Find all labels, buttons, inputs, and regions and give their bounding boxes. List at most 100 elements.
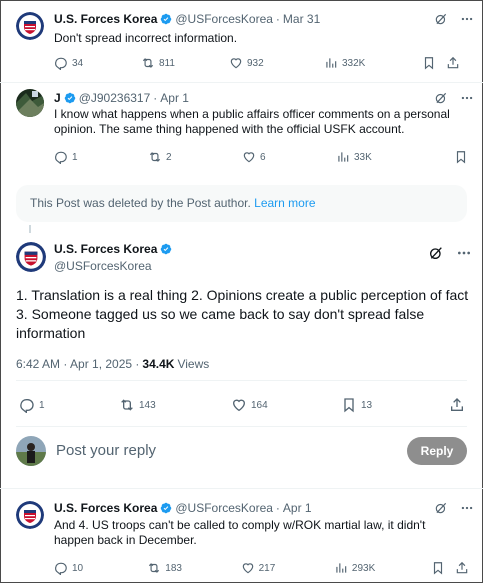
views-button[interactable]: 33K: [336, 150, 454, 164]
like-button[interactable]: 217: [241, 561, 334, 575]
post-text-line: happen back in December.: [54, 533, 197, 547]
post-date[interactable]: Mar 31: [283, 12, 320, 26]
views-icon: [326, 58, 337, 68]
reply-button[interactable]: 1: [54, 150, 148, 164]
like-icon: [243, 152, 255, 163]
reply-submit-button[interactable]: Reply: [407, 437, 467, 465]
like-count: 164: [251, 399, 268, 411]
like-button[interactable]: 932: [229, 56, 324, 70]
share-icon: [456, 561, 468, 574]
reply-icon: [55, 57, 67, 70]
share-button[interactable]: [449, 397, 465, 413]
author-handle[interactable]: @USForcesKorea: [175, 501, 273, 515]
reply-count: 1: [39, 399, 45, 411]
repost-icon: [149, 152, 161, 162]
repost-button[interactable]: 143: [119, 397, 231, 413]
share-button[interactable]: [455, 561, 469, 575]
usfk-avatar[interactable]: [16, 12, 44, 40]
deleted-post-notice: This Post was deleted by the Post author…: [16, 185, 467, 222]
verified-badge-icon: [161, 502, 172, 514]
grok-icon[interactable]: [434, 501, 448, 515]
post-timestamp[interactable]: 6:42 AM · Apr 1, 2025 ·: [16, 357, 139, 371]
usfk-avatar[interactable]: [16, 501, 44, 529]
repost-button[interactable]: 2: [148, 150, 242, 164]
post-text-line: And 4. US troops can't be called to comp…: [54, 518, 426, 532]
post-usfk-mar31[interactable]: U.S. Forces Korea @USForcesKorea · Mar 3…: [0, 0, 483, 82]
views-button[interactable]: 293K: [334, 561, 431, 575]
dot-separator: ·: [275, 501, 280, 515]
post-text-line: information: [16, 325, 86, 341]
repost-count: 811: [159, 57, 175, 69]
verified-badge-icon: [161, 243, 172, 255]
repost-button[interactable]: 183: [147, 561, 240, 575]
bookmark-icon: [434, 562, 443, 575]
views-button[interactable]: 332K: [324, 56, 422, 70]
like-count: 6: [260, 151, 266, 163]
author-handle[interactable]: @J90236317: [79, 91, 151, 105]
author-name[interactable]: U.S. Forces Korea: [54, 501, 157, 515]
post-text: Don't spread incorrect information.: [54, 31, 238, 45]
more-icon[interactable]: [460, 501, 474, 515]
reply-input[interactable]: Post your reply: [56, 442, 156, 459]
bookmark-button[interactable]: [422, 56, 446, 70]
reply-button[interactable]: 34: [54, 56, 141, 70]
learn-more-link[interactable]: Learn more: [254, 196, 315, 210]
post-usfk-followup[interactable]: U.S. Forces Korea @USForcesKorea · Apr 1…: [0, 489, 483, 583]
more-icon[interactable]: [460, 12, 474, 26]
post-usfk-main: U.S. Forces Korea @USForcesKorea 1. Tran…: [0, 225, 483, 425]
post-text-line: 3. Someone tagged us so we came back to …: [16, 306, 425, 322]
like-button[interactable]: 6: [242, 150, 336, 164]
repost-icon: [149, 563, 160, 573]
views-label: Views: [177, 357, 210, 371]
more-icon[interactable]: [456, 245, 472, 261]
repost-icon: [142, 58, 154, 68]
author-name[interactable]: U.S. Forces Korea: [54, 12, 157, 26]
grok-icon[interactable]: [434, 91, 448, 105]
post-j-reply[interactable]: J @J90236317 · Apr 1 I know what happens…: [0, 83, 483, 176]
bookmark-button[interactable]: [454, 150, 468, 164]
share-icon: [451, 398, 463, 411]
views-icon: [336, 563, 347, 573]
author-handle[interactable]: @USForcesKorea: [54, 259, 152, 273]
like-icon: [242, 563, 253, 574]
reply-icon: [55, 151, 67, 164]
bookmark-icon: [424, 57, 434, 70]
deleted-notice-text: This Post was deleted by the Post author…: [30, 196, 251, 210]
reply-button[interactable]: 10: [54, 561, 147, 575]
author-name[interactable]: U.S. Forces Korea: [54, 242, 157, 256]
post-date[interactable]: Apr 1: [283, 501, 312, 515]
like-count: 932: [247, 57, 264, 69]
user-avatar-image-icon: [16, 436, 46, 466]
usfk-avatar[interactable]: [16, 242, 46, 272]
dot-separator: ·: [153, 91, 158, 105]
current-user-avatar[interactable]: [16, 436, 46, 466]
repost-icon: [121, 399, 133, 411]
verified-badge-icon: [161, 13, 172, 25]
views-count: 33K: [354, 151, 372, 163]
more-icon[interactable]: [460, 91, 474, 105]
views-count: 293K: [351, 562, 376, 574]
reply-count: 10: [72, 562, 84, 574]
reply-button[interactable]: 1: [19, 397, 119, 413]
like-count: 217: [258, 562, 276, 574]
j-avatar[interactable]: [16, 89, 44, 117]
bookmark-button[interactable]: 13: [341, 397, 449, 413]
post-text-line: I know what happens when a public affair…: [54, 107, 450, 121]
like-button[interactable]: 164: [231, 397, 341, 413]
j-avatar-image-icon: [16, 89, 44, 117]
grok-icon[interactable]: [434, 12, 448, 26]
repost-button[interactable]: 811: [141, 56, 229, 70]
post-date[interactable]: Apr 1: [160, 91, 189, 105]
views-icon: [338, 152, 349, 162]
bookmark-button[interactable]: [431, 561, 455, 575]
dot-separator: ·: [275, 12, 280, 26]
repost-count: 183: [165, 562, 182, 574]
share-button[interactable]: [446, 56, 460, 70]
author-name[interactable]: J: [54, 91, 61, 105]
author-handle[interactable]: @USForcesKorea: [175, 12, 273, 26]
grok-icon[interactable]: [428, 245, 444, 261]
post-text-line: 1. Translation is a real thing 2. Opinio…: [16, 287, 469, 303]
bookmark-icon: [456, 151, 466, 164]
like-icon: [232, 399, 246, 412]
reply-count: 1: [72, 151, 78, 163]
